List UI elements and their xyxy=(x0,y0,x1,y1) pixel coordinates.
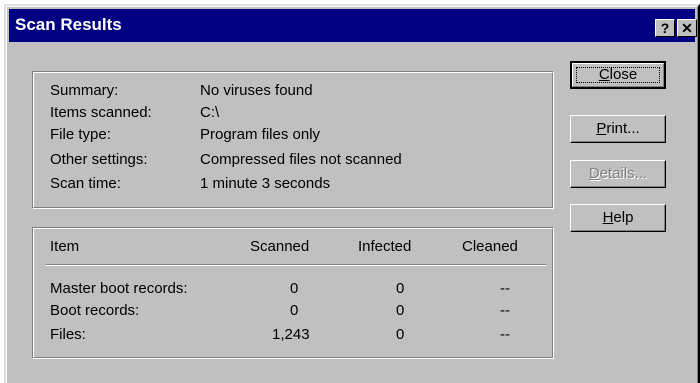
dialog-title: Scan Results xyxy=(15,15,122,34)
row-label: Files: xyxy=(50,326,86,343)
details-button[interactable]: Details... xyxy=(570,160,666,188)
print-label: rint... xyxy=(606,120,640,137)
other-settings-value: Compressed files not scanned xyxy=(200,151,402,168)
header-separator xyxy=(46,264,546,266)
scan-time-label: Scan time: xyxy=(50,175,121,192)
cell-infected: 0 xyxy=(396,326,405,343)
column-header-cleaned: Cleaned xyxy=(462,238,518,255)
close-caption-button[interactable]: ✕ xyxy=(677,19,697,37)
cell-infected: 0 xyxy=(396,280,405,297)
other-settings-label: Other settings: xyxy=(50,151,148,168)
column-header-item: Item xyxy=(50,238,80,255)
items-scanned-value: C:\ xyxy=(200,104,220,121)
file-type-label: File type: xyxy=(50,126,111,143)
focus-rectangle xyxy=(576,67,660,83)
file-type-value: Program files only xyxy=(200,126,321,143)
row-label: Master boot records: xyxy=(50,280,188,297)
column-header-infected: Infected xyxy=(358,238,412,255)
cell-scanned: 0 xyxy=(290,280,299,297)
help-label: elp xyxy=(613,209,634,226)
cell-scanned: 1,243 xyxy=(272,326,310,343)
row-label: Boot records: xyxy=(50,302,140,319)
details-mnemonic: D xyxy=(588,165,600,182)
print-button[interactable]: Print... xyxy=(570,115,666,143)
print-mnemonic: P xyxy=(596,120,607,137)
help-button[interactable]: Help xyxy=(570,204,666,232)
details-label: etails... xyxy=(599,165,648,182)
column-header-scanned: Scanned xyxy=(250,238,310,255)
close-button[interactable]: Close xyxy=(570,61,666,89)
cell-cleaned: -- xyxy=(500,302,510,319)
help-mnemonic: H xyxy=(602,209,614,226)
cell-cleaned: -- xyxy=(500,326,510,343)
cell-scanned: 0 xyxy=(290,302,299,319)
title-bar[interactable]: Scan Results xyxy=(9,9,695,42)
summary-label: Summary: xyxy=(50,82,119,99)
cell-infected: 0 xyxy=(396,302,405,319)
scan-time-value: 1 minute 3 seconds xyxy=(200,175,331,192)
help-caption-button[interactable]: ? xyxy=(655,19,675,37)
cell-cleaned: -- xyxy=(500,280,510,297)
items-scanned-label: Items scanned: xyxy=(50,104,152,121)
summary-value: No viruses found xyxy=(200,82,313,99)
